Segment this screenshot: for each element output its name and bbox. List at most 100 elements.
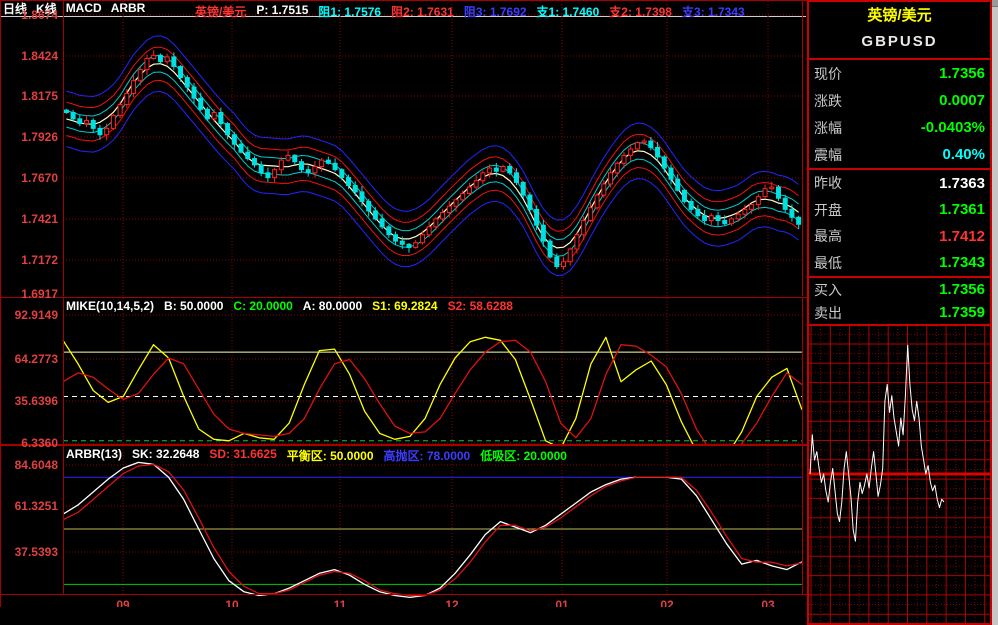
quote-row: 卖出1.7359 bbox=[809, 301, 990, 324]
candle-down bbox=[508, 166, 512, 172]
quote-value: 1.7343 bbox=[939, 254, 985, 271]
x-axis-label: 11 bbox=[334, 598, 347, 607]
intraday-mini-chart[interactable] bbox=[809, 326, 990, 623]
candle-down bbox=[353, 186, 357, 192]
y-axis-label: 61.3251 bbox=[0, 499, 58, 513]
app-window: 日线K线MACDARBR 09101112010203 英镑/美元P: 1.75… bbox=[0, 0, 998, 625]
candle-down bbox=[656, 147, 660, 157]
candle-down bbox=[400, 241, 404, 244]
candle-down bbox=[326, 160, 330, 163]
instrument-symbol: GBPUSD bbox=[809, 28, 990, 58]
y-axis-label: 1.7926 bbox=[0, 130, 58, 144]
candle-up bbox=[461, 193, 465, 199]
candle-up bbox=[642, 141, 646, 143]
arbr-indicator-chart[interactable]: 09101112010203 bbox=[0, 445, 807, 607]
candle-up bbox=[602, 184, 606, 195]
y-axis-label: 1.7670 bbox=[0, 171, 58, 185]
mike-indicator-chart[interactable] bbox=[0, 297, 807, 445]
candle-up bbox=[434, 219, 438, 227]
y-axis-label: 1.7421 bbox=[0, 212, 58, 226]
band-middle-lower bbox=[66, 80, 798, 264]
candle-down bbox=[306, 170, 310, 173]
candle-up bbox=[481, 173, 485, 181]
candle-up bbox=[709, 216, 713, 221]
candle-up bbox=[454, 200, 458, 206]
series-S1 bbox=[63, 337, 802, 445]
quote-value: 1.7361 bbox=[939, 201, 985, 218]
candle-down bbox=[333, 163, 337, 169]
pivot-value: P: 1.7515 bbox=[256, 3, 308, 20]
main-candlestick-chart[interactable] bbox=[0, 0, 807, 297]
candle-down bbox=[407, 244, 411, 247]
candle-down bbox=[387, 227, 391, 235]
candle-down bbox=[783, 198, 787, 209]
quote-label: 开盘 bbox=[814, 200, 842, 220]
quote-value: 1.7359 bbox=[939, 304, 985, 321]
mike-param: A: 80.0000 bbox=[303, 299, 362, 313]
x-axis-label: 09 bbox=[116, 598, 130, 607]
candle-up bbox=[165, 57, 169, 62]
scroll-up-arrow-icon[interactable] bbox=[992, 0, 998, 7]
candle-up bbox=[629, 149, 633, 155]
candle-down bbox=[373, 211, 377, 219]
candle-up bbox=[622, 155, 626, 163]
candle-down bbox=[252, 159, 256, 165]
main-chart-header: 英镑/美元P: 1.7515阻1: 1.7576阻2: 1.7631阻3: 1.… bbox=[195, 3, 755, 20]
scrollbar[interactable] bbox=[992, 0, 998, 625]
candle-up bbox=[595, 195, 599, 208]
quote-panel: 英镑/美元 GBPUSD 现价1.7356涨跌0.0007涨幅-0.0403%震… bbox=[807, 0, 992, 625]
quote-label: 买入 bbox=[814, 280, 842, 300]
mike-param: S1: 69.2824 bbox=[372, 299, 437, 313]
candle-up bbox=[286, 155, 290, 160]
candle-down bbox=[494, 168, 498, 171]
candle-down bbox=[205, 109, 209, 119]
candle-down bbox=[682, 190, 686, 201]
candle-down bbox=[797, 217, 801, 224]
y-axis-label: 35.6396 bbox=[0, 394, 58, 408]
candle-down bbox=[360, 192, 364, 202]
candle-up bbox=[125, 93, 129, 104]
candle-up bbox=[85, 120, 89, 123]
arbr-param: SD: 31.6625 bbox=[209, 447, 276, 464]
y-axis-label: 6.3360 bbox=[0, 436, 58, 450]
candle-down bbox=[521, 182, 525, 195]
candle-up bbox=[756, 197, 760, 205]
candle-down bbox=[541, 225, 545, 241]
candle-up bbox=[212, 112, 216, 118]
x-axis-label: 03 bbox=[761, 598, 775, 607]
x-axis-label: 01 bbox=[555, 598, 569, 607]
pivot-value: 支1: 1.7460 bbox=[537, 3, 600, 20]
candle-up bbox=[105, 128, 109, 134]
arbr-header: ARBR(13)SK: 32.2648SD: 31.6625平衡区: 50.00… bbox=[66, 447, 577, 464]
candle-down bbox=[696, 209, 700, 215]
candle-down bbox=[78, 119, 82, 124]
mike-param: S2: 58.6288 bbox=[448, 299, 513, 313]
candle-down bbox=[555, 257, 559, 267]
candle-down bbox=[259, 165, 263, 173]
candle-down bbox=[367, 201, 371, 211]
band-inner-lower bbox=[66, 72, 798, 256]
candle-up bbox=[763, 189, 767, 197]
x-axis-label: 12 bbox=[445, 598, 459, 607]
candle-down bbox=[340, 170, 344, 178]
candle-down bbox=[535, 209, 539, 225]
arbr-param: 低吸区: 20.0000 bbox=[480, 447, 567, 464]
mike-param: C: 20.0000 bbox=[233, 299, 292, 313]
y-axis-label: 84.6048 bbox=[0, 458, 58, 472]
y-axis-label: 92.9149 bbox=[0, 308, 58, 322]
quote-row: 昨收1.7363 bbox=[809, 170, 990, 197]
y-axis-label: 1.8175 bbox=[0, 89, 58, 103]
candle-down bbox=[299, 162, 303, 170]
candle-down bbox=[703, 216, 707, 221]
candle-down bbox=[676, 179, 680, 190]
arbr-param: SK: 32.2648 bbox=[132, 447, 199, 464]
y-axis-label: 1.6917 bbox=[0, 287, 58, 301]
quote-row: 现价1.7356 bbox=[809, 60, 990, 87]
pivot-value: 英镑/美元 bbox=[195, 3, 246, 20]
arbr-param: 平衡区: 50.0000 bbox=[287, 447, 374, 464]
quote-label: 涨幅 bbox=[814, 118, 842, 138]
quote-label: 最低 bbox=[814, 253, 842, 273]
candle-down bbox=[293, 155, 297, 161]
mike-header: MIKE(10,14,5,2)B: 50.0000C: 20.0000A: 80… bbox=[66, 299, 523, 313]
pivot-value: 支3: 1.7343 bbox=[682, 3, 745, 20]
